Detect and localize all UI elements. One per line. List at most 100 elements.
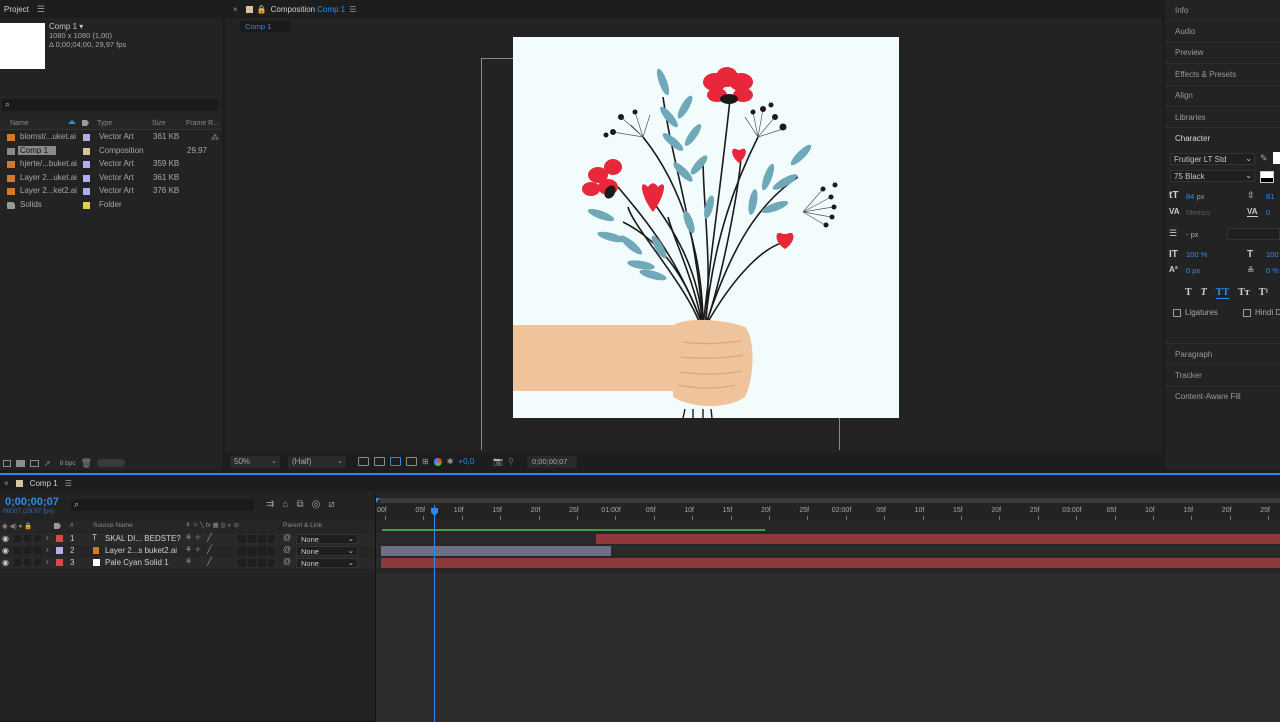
label-color-swatch[interactable] — [83, 134, 90, 141]
panel-tab-effects-presets[interactable]: Effects & Presets — [1165, 63, 1280, 84]
project-search-input[interactable]: ⌕ — [2, 99, 218, 111]
font-family-dropdown[interactable]: Frutiger LT Std ⌄ — [1170, 153, 1255, 165]
layer-2-bar[interactable] — [381, 546, 611, 556]
panel-tab-align[interactable]: Align — [1165, 84, 1280, 106]
close-tab-icon[interactable]: × — [233, 5, 238, 14]
label-color-swatch[interactable] — [83, 174, 90, 182]
project-scroll-slider[interactable] — [97, 459, 126, 467]
label-color-swatch[interactable] — [83, 201, 90, 209]
panel-tab-content-aware-fill[interactable]: Content-Aware Fill — [1165, 385, 1280, 407]
col-name[interactable]: Name — [10, 120, 29, 127]
project-item[interactable]: Layer 2...uket.ai Vector Art 361 KB — [0, 172, 210, 185]
tsume-field[interactable]: 0 % — [1266, 266, 1279, 275]
text-style-button[interactable]: Tт — [1238, 287, 1250, 299]
text-style-button[interactable]: TT — [1215, 287, 1230, 299]
panel-tab-libraries[interactable]: Libraries — [1165, 106, 1280, 127]
label-tag-icon[interactable] — [82, 120, 89, 126]
expand-arrow-icon[interactable]: › — [46, 533, 49, 542]
switch-boxes[interactable] — [238, 535, 274, 543]
panel-tab-preview[interactable]: Preview — [1165, 41, 1280, 63]
col-parent-link[interactable]: Parent & Link — [283, 522, 322, 529]
zoom-dropdown[interactable]: 50% ⌄ — [230, 455, 280, 468]
panel-tab-character[interactable]: Character — [1165, 127, 1280, 148]
solo-toggle[interactable] — [24, 535, 31, 542]
composition-tab-name[interactable]: Comp 1 — [317, 5, 345, 14]
parent-dropdown[interactable]: None ⌄ — [296, 558, 358, 569]
parent-dropdown[interactable]: None ⌄ — [296, 534, 358, 544]
project-tab[interactable]: Project — [4, 5, 29, 14]
comp-subtab[interactable]: Comp 1 — [240, 21, 290, 32]
resolution-dropdown[interactable]: (Half) ⌄ — [288, 455, 346, 468]
layer-1-bar[interactable] — [596, 534, 1280, 544]
project-item[interactable]: blomst/...uket.ai Vector Art 361 KB — [0, 131, 210, 144]
composition-flowchart-icon[interactable]: ⇉ — [266, 499, 274, 510]
eye-icon[interactable]: ◉ — [2, 534, 9, 543]
layer-label-swatch[interactable] — [56, 547, 63, 555]
quality-switch-icon[interactable]: ╱ — [207, 545, 212, 554]
switch-boxes[interactable] — [238, 547, 274, 556]
panel-tab-info[interactable]: Info — [1165, 0, 1280, 20]
panel-tab-paragraph[interactable]: Paragraph — [1165, 343, 1280, 364]
fast-previews-icon[interactable] — [358, 457, 369, 466]
leading-field[interactable]: 81 — [1266, 192, 1274, 201]
project-item[interactable]: Comp 1 Composition 29,97 — [0, 145, 210, 158]
transparency-grid-icon[interactable] — [374, 457, 385, 466]
eye-icon[interactable]: ◉ — [2, 546, 9, 555]
frame-blending-icon[interactable]: ⧉ — [296, 499, 303, 510]
show-snapshot-icon[interactable]: ⚲ — [508, 457, 514, 466]
project-item[interactable]: Layer 2...ket2.ai Vector Art 376 KB — [0, 185, 210, 198]
graph-editor-icon[interactable]: ⧄ — [328, 499, 334, 510]
playhead-line[interactable] — [434, 505, 435, 722]
font-size-field[interactable]: 84 px — [1186, 192, 1204, 201]
col-frame-rate[interactable]: Frame R... — [186, 120, 219, 127]
new-folder-icon[interactable] — [16, 459, 25, 467]
fill-color-swatch[interactable] — [1273, 152, 1280, 164]
shy-switch-icon[interactable]: ⚘ ✧ — [185, 533, 201, 542]
col-size[interactable]: Size — [152, 120, 166, 127]
parent-dropdown[interactable]: None ⌄ — [296, 546, 358, 557]
col-type[interactable]: Type — [97, 120, 112, 127]
tracking-field[interactable]: 0 — [1266, 208, 1270, 217]
snapshot-icon[interactable]: 📷 — [493, 457, 503, 466]
panel-menu-icon[interactable]: ☰ — [349, 5, 356, 14]
text-style-button[interactable]: T — [1201, 287, 1207, 299]
stroke-width-field[interactable]: - px — [1186, 230, 1199, 239]
time-ruler[interactable]: 00f 05f 10f 15f 20f 25f 01:00f 05f 10f 15f 20f 25f 0… — [376, 503, 1280, 520]
label-color-swatch[interactable] — [83, 188, 90, 195]
color-channels-icon[interactable] — [433, 457, 442, 466]
composition-canvas[interactable] — [513, 37, 899, 418]
stroke-color-swatch[interactable] — [1260, 171, 1274, 183]
layer-label-swatch[interactable] — [56, 559, 63, 567]
current-timecode[interactable]: 0;00;00;07 — [5, 496, 59, 508]
horizontal-scale-field[interactable]: 100 — [1266, 250, 1279, 259]
hindi-digits-checkbox[interactable]: Hindi D — [1243, 308, 1280, 317]
font-style-dropdown[interactable]: 75 Black ⌄ — [1170, 170, 1255, 182]
layer-row[interactable]: ◉ › 2 Layer 2...s buket2.ai ⚘ ✧ ╱ @ None… — [0, 545, 375, 558]
ligatures-checkbox[interactable]: Ligatures — [1173, 308, 1218, 317]
panel-tab-audio[interactable]: Audio — [1165, 20, 1280, 41]
interpret-footage-icon[interactable] — [3, 459, 11, 467]
exposure-value[interactable]: +0,0 — [458, 457, 474, 466]
audio-toggle[interactable] — [14, 559, 21, 567]
composition-tab-prefix[interactable]: Composition — [271, 5, 315, 14]
eye-icon[interactable]: ◉ — [2, 558, 9, 567]
timeline-search-input[interactable]: ⌕ — [71, 499, 254, 511]
audio-toggle[interactable] — [14, 547, 21, 555]
color-management-icon[interactable]: ✱ — [447, 457, 454, 466]
expand-arrow-icon[interactable]: › — [46, 557, 49, 566]
pick-whip-icon[interactable]: @ — [283, 545, 291, 554]
text-style-button[interactable]: T — [1185, 287, 1192, 299]
lock-toggle[interactable] — [34, 547, 41, 555]
lock-toggle[interactable] — [34, 535, 41, 542]
pick-whip-icon[interactable]: @ — [283, 557, 291, 566]
stroke-type-dropdown[interactable] — [1227, 228, 1280, 240]
panel-menu-icon[interactable]: ☰ — [37, 4, 45, 15]
motion-blur-icon[interactable]: ◎ — [312, 499, 321, 510]
panel-menu-icon[interactable]: ☰ — [65, 479, 72, 488]
kerning-field[interactable]: Metrics — [1186, 208, 1210, 217]
solo-toggle[interactable] — [24, 547, 31, 555]
layer-3-bar[interactable] — [381, 558, 1280, 568]
layer-label-swatch[interactable] — [56, 535, 63, 542]
text-style-button[interactable]: T¹ — [1259, 287, 1269, 299]
eyedropper-icon[interactable]: ✎ — [1260, 153, 1268, 164]
